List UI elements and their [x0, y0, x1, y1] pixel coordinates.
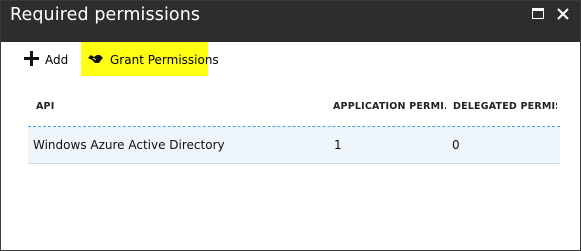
- plus-icon: [24, 51, 39, 69]
- table-row[interactable]: Windows Azure Active Directory 1 0: [28, 127, 560, 164]
- column-header-delegated-permissions[interactable]: DELEGATED PERMIS...: [453, 101, 557, 112]
- column-header-application-permissions[interactable]: APPLICATION PERMI...: [333, 101, 446, 112]
- cell-delegated-permissions: 0: [452, 138, 460, 152]
- cell-api: Windows Azure Active Directory: [33, 138, 225, 152]
- permissions-table: API APPLICATION PERMI... DELEGATED PERMI…: [28, 97, 560, 164]
- add-button-label: Add: [45, 53, 69, 67]
- maximize-button[interactable]: [531, 7, 545, 21]
- blade-titlebar: Required permissions: [1, 1, 580, 42]
- command-bar: Add Grant Permissions: [1, 42, 580, 78]
- cell-application-permissions: 1: [334, 138, 342, 152]
- table-header: API APPLICATION PERMI... DELEGATED PERMI…: [28, 97, 560, 127]
- add-button[interactable]: Add: [24, 47, 68, 73]
- grant-permissions-button[interactable]: Grant Permissions: [88, 47, 219, 73]
- blade-title: Required permissions: [10, 5, 201, 25]
- grant-permissions-label: Grant Permissions: [110, 53, 219, 67]
- required-permissions-blade: Required permissions Add Grant Permissio…: [0, 0, 581, 251]
- grant-permissions-icon: [88, 53, 103, 67]
- column-header-api[interactable]: API: [36, 101, 54, 112]
- close-button[interactable]: [556, 7, 570, 21]
